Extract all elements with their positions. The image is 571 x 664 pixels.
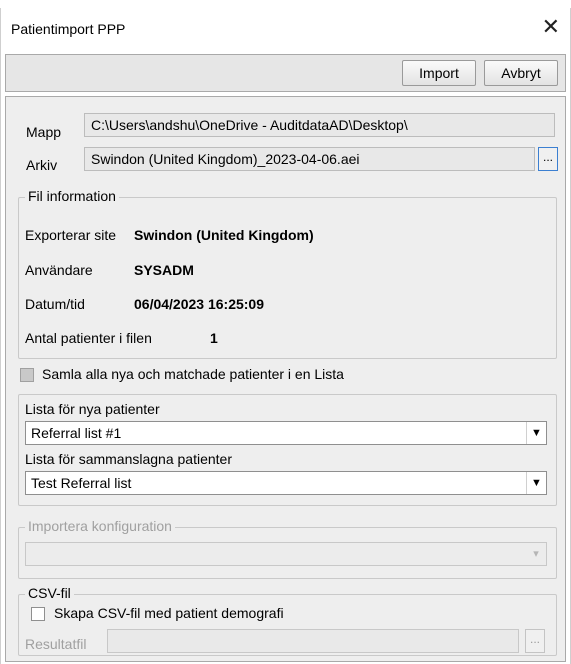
csv-title: CSV-fil [25,585,74,601]
import-button[interactable]: Import [402,60,476,86]
result-file-browse-button[interactable]: ... [525,629,545,653]
datetime-value: 06/04/2023 16:25:09 [134,296,264,312]
new-patients-list-value: Referral list #1 [31,425,122,441]
merged-patients-list-dropdown[interactable]: Test Referral list ▼ [25,471,547,495]
file-info-title: Fil information [25,188,119,204]
archive-browse-button[interactable]: ... [538,147,558,171]
merged-patients-list-label: Lista för sammanslagna patienter [25,451,232,467]
user-value: SYSADM [134,262,194,278]
datetime-label: Datum/tid [25,296,85,312]
result-file-field[interactable] [107,629,519,653]
import-dialog: Patientimport PPP ✕ Import Avbryt Mapp C… [0,8,571,664]
close-icon[interactable]: ✕ [542,16,560,38]
csv-group: CSV-fil Skapa CSV-fil med patient demogr… [18,585,557,656]
file-info-group: Fil information Exporterar site Swindon … [18,188,557,359]
toolbar: Import Avbryt [5,54,566,92]
dialog-content: Mapp C:\Users\andshu\OneDrive - Auditdat… [5,96,566,662]
chevron-down-icon[interactable]: ▾ [526,543,546,565]
archive-field[interactable]: Swindon (United Kingdom)_2023-04-06.aei [84,147,535,171]
lists-group: Lista för nya patienter Referral list #1… [18,394,557,506]
site-label: Exporterar site [25,227,117,243]
import-config-dropdown[interactable]: ▾ [25,542,547,566]
new-patients-list-dropdown[interactable]: Referral list #1 ▼ [25,421,547,445]
import-config-group: Importera konfiguration ▾ [18,518,557,579]
merged-patients-list-value: Test Referral list [31,475,132,491]
result-file-label: Resultatfil [25,636,87,652]
chevron-down-icon[interactable]: ▼ [526,422,546,444]
archive-label: Arkiv [26,157,58,173]
patient-count-value: 1 [210,330,218,346]
import-config-title: Importera konfiguration [25,518,175,534]
folder-label: Mapp [26,124,62,140]
create-csv-checkbox[interactable] [31,607,45,621]
title-bar: Patientimport PPP ✕ [1,8,570,52]
cancel-button[interactable]: Avbryt [484,60,558,86]
site-value: Swindon (United Kingdom) [134,227,314,243]
collect-label: Samla alla nya och matchade patienter i … [42,366,344,382]
folder-field: C:\Users\andshu\OneDrive - AuditdataAD\D… [84,113,555,137]
collect-checkbox[interactable] [20,368,34,382]
chevron-down-icon[interactable]: ▼ [526,472,546,494]
patient-count-label: Antal patienter i filen [25,330,152,346]
window-title: Patientimport PPP [11,21,126,37]
user-label: Användare [25,262,93,278]
new-patients-list-label: Lista för nya patienter [25,401,160,417]
create-csv-label: Skapa CSV-fil med patient demografi [54,605,284,621]
